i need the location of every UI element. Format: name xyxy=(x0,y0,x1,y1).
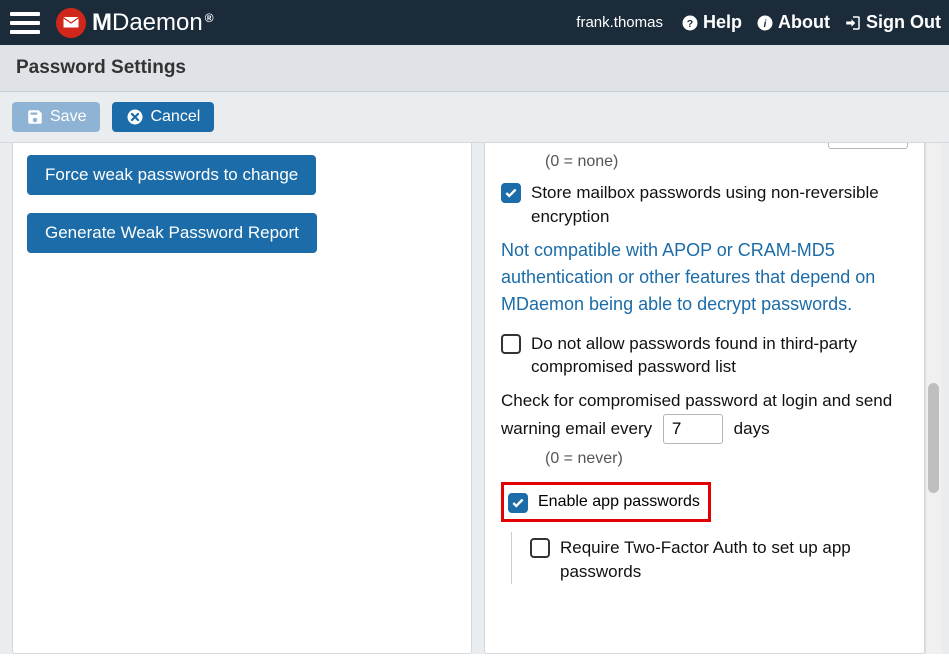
check-icon xyxy=(504,186,518,200)
require-2fa-label: Require Two-Factor Auth to set up app pa… xyxy=(560,536,908,584)
none-hint: (0 = none) xyxy=(545,153,908,171)
username-label: frank.thomas xyxy=(576,14,663,31)
logo[interactable]: MDaemon® xyxy=(56,8,214,38)
enable-app-passwords-highlight: Enable app passwords xyxy=(501,482,711,522)
cancel-button[interactable]: Cancel xyxy=(112,102,214,132)
page-title: Password Settings xyxy=(0,45,949,92)
store-nonreversible-label: Store mailbox passwords using non-revers… xyxy=(531,181,908,229)
check-interval-input[interactable] xyxy=(663,414,723,444)
right-panel-wrap: (0 = none) Store mailbox passwords using… xyxy=(484,143,941,654)
info-icon: i xyxy=(756,14,774,32)
topbar-right: frank.thomas ? Help i About Sign Out xyxy=(576,12,941,33)
check-interval-row: Check for compromised password at login … xyxy=(501,387,908,444)
cancel-icon xyxy=(126,108,144,126)
no-compromised-label: Do not allow passwords found in third-pa… xyxy=(531,332,908,380)
never-hint: (0 = never) xyxy=(545,450,908,468)
save-button[interactable]: Save xyxy=(12,102,100,132)
check-interval-suffix: days xyxy=(734,419,770,438)
help-link[interactable]: ? Help xyxy=(681,12,742,33)
scrollbar-thumb[interactable] xyxy=(928,383,939,493)
help-icon: ? xyxy=(681,14,699,32)
svg-text:?: ? xyxy=(687,17,693,29)
require-2fa-row: Require Two-Factor Auth to set up app pa… xyxy=(530,536,908,584)
menu-icon[interactable] xyxy=(10,12,40,34)
cropped-input-stub xyxy=(828,143,908,149)
no-compromised-checkbox[interactable] xyxy=(501,334,521,354)
require-2fa-checkbox[interactable] xyxy=(530,538,550,558)
check-icon xyxy=(511,496,525,510)
enable-app-passwords-label: Enable app passwords xyxy=(538,493,700,511)
right-panel: (0 = none) Store mailbox passwords using… xyxy=(484,143,925,654)
signout-icon xyxy=(844,14,862,32)
generate-weak-report-button[interactable]: Generate Weak Password Report xyxy=(27,213,317,253)
logo-text: MDaemon® xyxy=(92,9,214,37)
app-passwords-subgroup: Require Two-Factor Auth to set up app pa… xyxy=(511,532,908,584)
signout-link[interactable]: Sign Out xyxy=(844,12,941,33)
toolbar: Save Cancel xyxy=(0,92,949,143)
incompatible-note: Not compatible with APOP or CRAM-MD5 aut… xyxy=(501,237,908,318)
right-scrollbar[interactable] xyxy=(925,143,941,654)
save-icon xyxy=(26,108,44,126)
no-compromised-row: Do not allow passwords found in third-pa… xyxy=(501,332,908,380)
main: Force weak passwords to change Generate … xyxy=(0,143,949,654)
store-nonreversible-checkbox[interactable] xyxy=(501,183,521,203)
force-weak-change-button[interactable]: Force weak passwords to change xyxy=(27,155,316,195)
topbar: MDaemon® frank.thomas ? Help i About Sig… xyxy=(0,0,949,45)
about-link[interactable]: i About xyxy=(756,12,830,33)
mail-icon xyxy=(56,8,86,38)
store-nonreversible-row: Store mailbox passwords using non-revers… xyxy=(501,181,908,229)
enable-app-passwords-checkbox[interactable] xyxy=(508,493,528,513)
left-panel: Force weak passwords to change Generate … xyxy=(12,143,472,654)
